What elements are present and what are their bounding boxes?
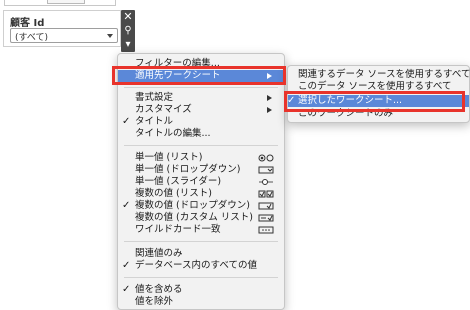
filter-selected-value: (すべて) xyxy=(15,33,49,43)
checkbox-list-icon xyxy=(258,189,274,199)
slider-control-icon xyxy=(258,177,274,187)
menu-item-label: 複数の値 (カスタム リスト) xyxy=(135,212,253,223)
menu-item-label: タイトル xyxy=(135,116,174,127)
card-menu-icon[interactable]: ▾ xyxy=(121,38,135,51)
menu-item-single-value-slider[interactable]: 単一値 (スライダー) xyxy=(118,176,284,188)
previous-filter-card-edge xyxy=(4,0,116,6)
checkmark-icon: ✓ xyxy=(122,116,131,127)
filter-card: 顧客 Id (すべて) xyxy=(3,10,121,47)
custom-list-control-icon xyxy=(258,213,274,223)
menu-separator xyxy=(124,87,278,88)
pin-icon[interactable]: ⚲ xyxy=(121,24,135,37)
menu-item-single-value-dropdown[interactable]: 単一値 (ドロップダウン) xyxy=(118,164,284,176)
checkmark-icon: ✓ xyxy=(122,260,131,271)
filter-card-toolbar: ✕ ⚲ ▾ xyxy=(121,10,135,52)
menu-item-label: 書式設定 xyxy=(135,92,174,103)
radio-list-icon xyxy=(258,153,274,163)
menu-item-wildcard-match[interactable]: ワイルドカード一致 xyxy=(118,224,284,236)
previous-filter-card-tab xyxy=(47,0,85,4)
menu-item-multi-value-custom-list[interactable]: 複数の値 (カスタム リスト) xyxy=(118,212,284,224)
menu-item-only-relevant-values[interactable]: 関連値のみ xyxy=(118,248,284,260)
dropdown-control-icon xyxy=(258,165,274,175)
menu-item-label: 複数の値 (ドロップダウン) xyxy=(135,200,250,211)
checkmark-icon: ✓ xyxy=(122,284,131,295)
filter-title: 顧客 Id xyxy=(10,18,45,29)
menu-item-format[interactable]: 書式設定 xyxy=(118,92,284,104)
menu-item-include-values[interactable]: ✓ 値を含める xyxy=(118,284,284,296)
menu-item-exclude-values[interactable]: 値を除外 xyxy=(118,296,284,308)
menu-item-multi-value-dropdown[interactable]: ✓ 複数の値 (ドロップダウン) xyxy=(118,200,284,212)
submenu-arrow-icon xyxy=(267,107,272,113)
menu-item-label: 単一値 (ドロップダウン) xyxy=(135,164,241,175)
wildcard-control-icon xyxy=(258,225,274,235)
menu-item-label: 関連値のみ xyxy=(135,248,183,259)
screenshot-stage: 顧客 Id (すべて) ✕ ⚲ ▾ フィルターの編集... 適用先ワークシート … xyxy=(0,0,470,310)
menu-item-label: 値を含める xyxy=(135,284,183,295)
menu-item-label: カスタマイズ xyxy=(135,104,192,115)
menu-item-edit-title[interactable]: タイトルの編集... xyxy=(118,128,284,140)
filter-context-menu: フィルターの編集... 適用先ワークシート 書式設定 カスタマイズ ✓ タイトル… xyxy=(117,53,285,310)
menu-item-label: 複数の値 (リスト) xyxy=(135,188,212,199)
menu-item-all-values-in-database[interactable]: ✓ データベース内のすべての値 xyxy=(118,260,284,272)
menu-item-label: データベース内のすべての値 xyxy=(135,260,257,271)
menu-item-label: 単一値 (リスト) xyxy=(135,152,203,163)
submenu-item-all-related-data-sources[interactable]: 関連するデータ ソースを使用するすべて xyxy=(288,69,470,81)
chevron-down-icon xyxy=(107,34,113,38)
menu-item-multi-value-list[interactable]: 複数の値 (リスト) xyxy=(118,188,284,200)
menu-item-label: 関連するデータ ソースを使用するすべて xyxy=(298,69,470,80)
menu-separator xyxy=(124,145,278,146)
menu-item-label: 値を除外 xyxy=(135,296,174,307)
annotation-highlight-selected-worksheets xyxy=(284,91,465,112)
menu-item-customize[interactable]: カスタマイズ xyxy=(118,104,284,116)
multi-dropdown-control-icon xyxy=(258,201,274,211)
checkmark-icon: ✓ xyxy=(122,200,131,211)
menu-item-label: ワイルドカード一致 xyxy=(135,224,221,235)
menu-separator xyxy=(124,241,278,242)
menu-item-title[interactable]: ✓ タイトル xyxy=(118,116,284,128)
menu-item-single-value-list[interactable]: 単一値 (リスト) xyxy=(118,152,284,164)
menu-separator xyxy=(124,277,278,278)
filter-dropdown[interactable]: (すべて) xyxy=(10,28,118,43)
annotation-highlight-apply-to-worksheets xyxy=(112,66,286,85)
close-icon[interactable]: ✕ xyxy=(121,10,135,23)
menu-item-label: 単一値 (スライダー) xyxy=(135,176,222,187)
menu-item-label: タイトルの編集... xyxy=(135,128,211,139)
submenu-arrow-icon xyxy=(267,95,272,101)
